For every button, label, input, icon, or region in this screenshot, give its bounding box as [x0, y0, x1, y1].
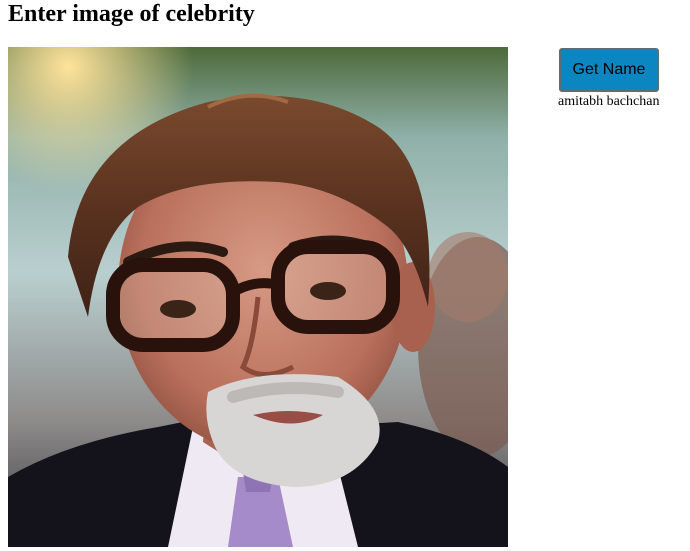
celebrity-name-result: amitabh bachchan — [558, 94, 660, 109]
celebrity-photo — [8, 47, 508, 547]
portrait-photo-icon — [8, 47, 508, 547]
page-title: Enter image of celebrity — [8, 1, 255, 27]
get-name-button[interactable]: Get Name — [559, 48, 659, 92]
